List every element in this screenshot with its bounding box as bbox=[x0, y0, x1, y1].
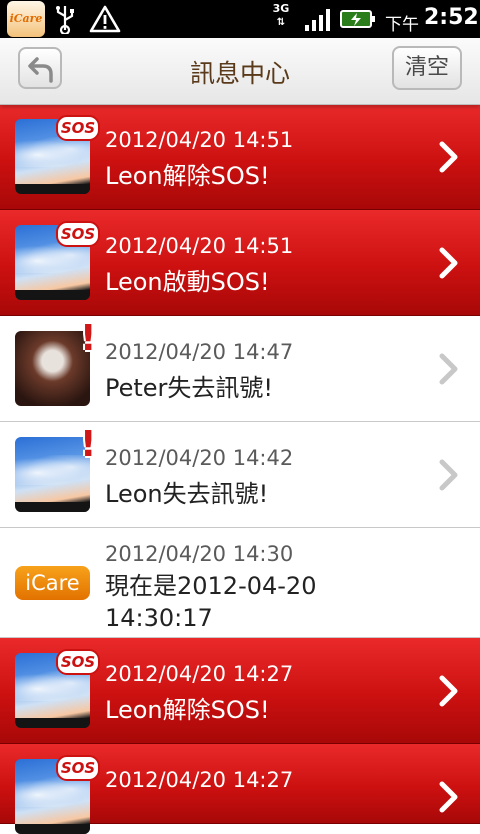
avatar-ground bbox=[15, 184, 90, 194]
sos-badge: SOS bbox=[56, 649, 100, 675]
message-timestamp: 2012/04/20 14:51 bbox=[105, 128, 294, 152]
message-row[interactable]: iCare 2012/04/20 14:30 現在是2012-04-20 14:30:… bbox=[0, 528, 480, 638]
avatar-clouds bbox=[15, 243, 90, 273]
chevron-right-icon bbox=[439, 781, 458, 813]
data-arrows-icon: ⇅ bbox=[276, 17, 286, 28]
message-timestamp: 2012/04/20 14:30 bbox=[105, 542, 294, 566]
avatar-clouds bbox=[15, 455, 90, 485]
clear-button[interactable]: 清空 bbox=[392, 46, 462, 90]
chevron-right-icon bbox=[439, 141, 458, 173]
chevron-right-icon bbox=[439, 353, 458, 385]
sos-badge: SOS bbox=[56, 755, 100, 781]
network-type-indicator: 3G ⇅ bbox=[270, 2, 292, 34]
status-bar: iCare 3G ⇅ 下午 2:52 bbox=[0, 0, 480, 38]
chevron-right-icon bbox=[439, 459, 458, 491]
alert-badge: ! bbox=[80, 318, 97, 359]
icare-logo: iCare bbox=[15, 566, 90, 600]
message-text: Leon解除SOS! bbox=[105, 696, 270, 724]
ampm-label: 下午 bbox=[385, 15, 419, 35]
alert-badge: ! bbox=[80, 424, 97, 465]
title-bar: 訊息中心 清空 bbox=[0, 38, 480, 105]
message-row[interactable]: SOS 2012/04/20 14:27 bbox=[0, 744, 480, 834]
battery-charging-icon bbox=[340, 10, 375, 28]
message-timestamp: 2012/04/20 14:51 bbox=[105, 234, 294, 258]
message-timestamp: 2012/04/20 14:27 bbox=[105, 768, 294, 792]
message-timestamp: 2012/04/20 14:47 bbox=[105, 340, 294, 364]
message-list: SOS 2012/04/20 14:51 Leon解除SOS! SOS 2012/04/… bbox=[0, 104, 480, 834]
message-row[interactable]: SOS 2012/04/20 14:27 Leon解除SOS! bbox=[0, 638, 480, 744]
message-text: Leon啟動SOS! bbox=[105, 268, 270, 296]
clock: 2:52 bbox=[424, 5, 479, 30]
message-timestamp: 2012/04/20 14:42 bbox=[105, 446, 294, 470]
avatar-ground bbox=[15, 718, 90, 728]
message-row[interactable]: ! 2012/04/20 14:47 Peter失去訊號! bbox=[0, 316, 480, 422]
avatar-clouds bbox=[15, 777, 90, 807]
chevron-right-icon bbox=[439, 247, 458, 279]
avatar-ground bbox=[15, 502, 90, 512]
message-text: Peter失去訊號! bbox=[105, 374, 274, 402]
message-row[interactable]: SOS 2012/04/20 14:51 Leon啟動SOS! bbox=[0, 210, 480, 316]
signal-icon bbox=[305, 9, 330, 31]
avatar bbox=[15, 437, 90, 512]
message-text: 現在是2012-04-20 bbox=[105, 572, 317, 600]
message-row[interactable]: ! 2012/04/20 14:42 Leon失去訊號! bbox=[0, 422, 480, 528]
usb-icon bbox=[56, 6, 74, 34]
sos-badge: SOS bbox=[56, 115, 100, 141]
avatar-ground bbox=[15, 290, 90, 300]
message-text: 14:30:17 bbox=[105, 604, 213, 632]
icare-app-icon: iCare bbox=[7, 1, 45, 37]
sos-badge: SOS bbox=[56, 221, 100, 247]
avatar-ground bbox=[15, 824, 90, 834]
avatar bbox=[15, 331, 90, 406]
warning-icon bbox=[89, 5, 121, 33]
avatar-clouds bbox=[15, 137, 90, 167]
avatar-clouds bbox=[15, 671, 90, 701]
network-type-label: 3G bbox=[272, 2, 290, 15]
message-timestamp: 2012/04/20 14:27 bbox=[105, 662, 294, 686]
chevron-right-icon bbox=[439, 675, 458, 707]
message-text: Leon失去訊號! bbox=[105, 480, 269, 508]
message-text: Leon解除SOS! bbox=[105, 162, 270, 190]
message-row[interactable]: SOS 2012/04/20 14:51 Leon解除SOS! bbox=[0, 104, 480, 210]
